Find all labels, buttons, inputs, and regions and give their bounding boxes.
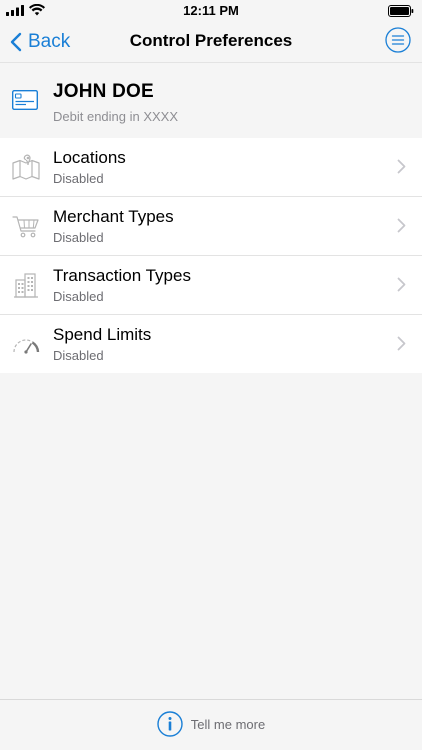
list-item-merchant-types[interactable]: Merchant Types Disabled <box>0 197 422 256</box>
status-time: 12:11 PM <box>183 3 239 18</box>
item-title: Merchant Types <box>53 207 174 226</box>
item-status: Disabled <box>53 230 104 245</box>
item-title: Transaction Types <box>53 266 191 285</box>
status-bar: 12:11 PM <box>0 0 422 22</box>
item-status: Disabled <box>53 289 104 304</box>
menu-icon <box>385 27 411 53</box>
list-item-transaction-types[interactable]: Transaction Types Disabled <box>0 256 422 315</box>
navigation-bar: Back Control Preferences <box>0 22 422 62</box>
preferences-list: Locations Disabled Merchant Types Disabl… <box>0 138 422 373</box>
cart-icon <box>12 216 39 238</box>
chevron-right-icon <box>397 336 406 351</box>
tell-me-more-button[interactable]: Tell me more <box>0 711 422 737</box>
item-status: Disabled <box>53 348 104 363</box>
status-right <box>388 4 414 22</box>
chevron-right-icon <box>397 277 406 292</box>
chevron-right-icon <box>397 218 406 233</box>
chevron-right-icon <box>397 159 406 174</box>
account-name: JOHN DOE <box>53 81 154 102</box>
list-item-spend-limits[interactable]: Spend Limits Disabled <box>0 315 422 373</box>
menu-button[interactable] <box>385 27 411 53</box>
account-header: JOHN DOE Debit ending in XXXX <box>0 62 422 139</box>
buildings-icon <box>14 273 38 298</box>
item-title: Locations <box>53 148 126 167</box>
credit-card-icon <box>12 90 38 110</box>
page-title: Control Preferences <box>129 31 293 50</box>
footer-bar: Tell me more <box>0 699 422 750</box>
account-subtitle: Debit ending in XXXX <box>53 109 179 124</box>
tell-me-more-label: Tell me more <box>190 716 266 732</box>
map-icon <box>12 154 40 180</box>
info-icon <box>157 711 183 737</box>
item-status: Disabled <box>53 171 104 186</box>
battery-icon <box>388 5 414 17</box>
item-title: Spend Limits <box>53 325 152 344</box>
list-item-locations[interactable]: Locations Disabled <box>0 138 422 197</box>
speedometer-icon <box>13 339 40 354</box>
